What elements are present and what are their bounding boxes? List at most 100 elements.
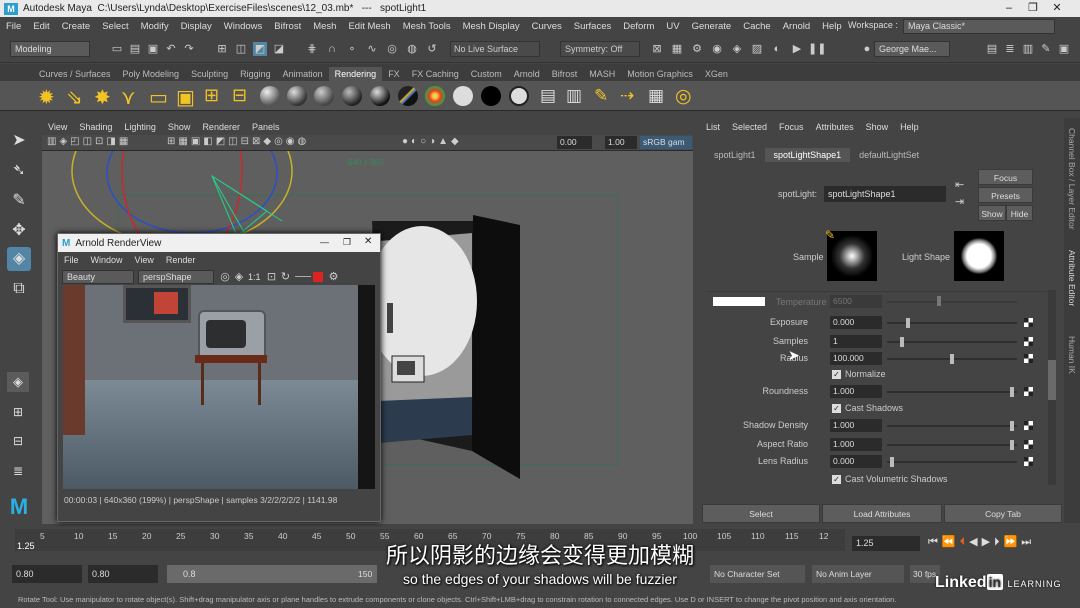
roundness-map-button[interactable]: [1024, 387, 1033, 396]
shelf-tab-animation[interactable]: Animation: [277, 67, 329, 81]
shelf-tab-sculpting[interactable]: Sculpting: [185, 67, 234, 81]
channel-box-side-tab[interactable]: Channel Box / Layer Editor: [1067, 128, 1077, 230]
ae-menu-help[interactable]: Help: [894, 122, 925, 132]
ae-menu-show[interactable]: Show: [860, 122, 895, 132]
batch-render-icon[interactable]: ⇢: [620, 86, 634, 106]
renderview-close-button[interactable]: ✕: [364, 236, 372, 247]
live-surface-field[interactable]: No Live Surface: [450, 41, 540, 57]
load-node-icon[interactable]: ⇥: [955, 195, 964, 208]
ipr-render-icon[interactable]: ▥: [566, 86, 582, 106]
break-link-icon[interactable]: ⊟: [232, 85, 247, 106]
rotate-tool-icon[interactable]: ◈: [7, 247, 31, 271]
layered-shader-icon[interactable]: [398, 86, 418, 106]
shadow-density-slider-knob[interactable]: [1010, 421, 1015, 431]
ipr-icon[interactable]: ◐: [770, 42, 784, 56]
new-scene-icon[interactable]: ▭: [110, 42, 124, 56]
ae-menu-attributes[interactable]: Attributes: [810, 122, 860, 132]
stop-render-icon[interactable]: [312, 271, 323, 282]
menu-curves[interactable]: Curves: [526, 21, 568, 32]
shelf-tab-poly-modeling[interactable]: Poly Modeling: [117, 67, 186, 81]
minimize-button[interactable]: –: [998, 0, 1020, 17]
area-light-icon[interactable]: ▭: [149, 85, 168, 110]
redo-icon[interactable]: ↷: [182, 42, 196, 56]
workspace-dropdown[interactable]: Maya Classic*: [903, 19, 1055, 34]
aspect-ratio-map-button[interactable]: [1024, 440, 1033, 449]
pause-icon[interactable]: ❚❚: [808, 42, 826, 56]
ambient-light-icon[interactable]: ✹: [38, 85, 55, 110]
menu-cache[interactable]: Cache: [737, 21, 776, 32]
menu-surfaces[interactable]: Surfaces: [568, 21, 618, 32]
snap-view-plane-icon[interactable]: ◎: [385, 42, 399, 56]
blinn-material-icon[interactable]: [287, 86, 307, 106]
menu-mesh[interactable]: Mesh: [307, 21, 342, 32]
roundness-slider[interactable]: [887, 391, 1017, 393]
focus-button[interactable]: Focus: [978, 169, 1033, 185]
refresh-render-icon[interactable]: ↻: [279, 270, 293, 284]
lens-radius-map-button[interactable]: [1024, 457, 1033, 466]
open-scene-icon[interactable]: ▤: [128, 42, 142, 56]
shelf-tab-curves-surfaces[interactable]: Curves / Surfaces: [33, 67, 117, 81]
history-icon[interactable]: ↺: [425, 42, 439, 56]
shelf-tab-fx[interactable]: FX: [382, 67, 406, 81]
hide-button[interactable]: Hide: [1006, 205, 1033, 221]
use-background-icon[interactable]: [481, 86, 501, 106]
menu-select[interactable]: Select: [96, 21, 134, 32]
vp-menu-shading[interactable]: Shading: [73, 122, 118, 132]
volume-light-icon[interactable]: ▣: [176, 85, 195, 110]
rv-menu-window[interactable]: Window: [85, 255, 129, 265]
scale-tool-icon[interactable]: ⧉: [7, 277, 31, 301]
vp-menu-renderer[interactable]: Renderer: [196, 122, 246, 132]
roundness-field[interactable]: 1.000: [830, 385, 882, 398]
render-view-icon[interactable]: ▨: [750, 42, 764, 56]
shelf-tab-rendering[interactable]: Rendering: [328, 67, 383, 81]
snap-projected-icon[interactable]: ∿: [365, 42, 379, 56]
modeling-toolkit-icon[interactable]: ▤: [985, 42, 999, 56]
menu-display[interactable]: Display: [175, 21, 218, 32]
aspect-ratio-slider-knob[interactable]: [1010, 440, 1015, 450]
ramp-shader-icon[interactable]: [425, 86, 445, 106]
samples-slider-knob[interactable]: [899, 337, 904, 347]
hypershade-icon[interactable]: ◉: [710, 42, 724, 56]
make-live-icon[interactable]: ◍: [405, 42, 419, 56]
vp-menu-lighting[interactable]: Lighting: [118, 122, 162, 132]
radius-map-button[interactable]: [1024, 354, 1033, 363]
shadow-density-slider[interactable]: [887, 425, 1017, 427]
menu-arnold[interactable]: Arnold: [777, 21, 816, 32]
render-sequence-shelf-icon[interactable]: ▦: [648, 86, 664, 106]
render-image[interactable]: [63, 285, 375, 489]
tab-defaultlightset[interactable]: defaultLightSet: [850, 148, 928, 162]
node-name-field[interactable]: spotLightShape1: [824, 186, 946, 202]
play-icon[interactable]: ▶: [790, 42, 804, 56]
radius-slider-knob[interactable]: [950, 354, 954, 364]
renderview-minimize-button[interactable]: —: [320, 237, 329, 247]
select-component-icon[interactable]: ◩: [253, 42, 267, 56]
normalize-checkbox[interactable]: ✓: [832, 370, 841, 379]
mode-dropdown[interactable]: Modeling: [10, 41, 90, 57]
four-view-layout-icon[interactable]: ⊞: [7, 400, 29, 422]
render-current-frame-icon[interactable]: ▤: [540, 86, 556, 106]
ae-menu-selected[interactable]: Selected: [726, 122, 773, 132]
vp-menu-view[interactable]: View: [42, 122, 73, 132]
menu-bifrost[interactable]: Bifrost: [268, 21, 307, 32]
lasso-tool-icon[interactable]: ➴: [7, 159, 31, 183]
rv-menu-file[interactable]: File: [58, 255, 85, 265]
renderview-settings-icon[interactable]: ⚙: [327, 270, 341, 284]
human-ik-side-tab[interactable]: Human IK: [1067, 336, 1077, 374]
select-hierarchy-icon[interactable]: ⊞: [215, 42, 229, 56]
shelf-tab-bifrost[interactable]: Bifrost: [546, 67, 584, 81]
samples-map-button[interactable]: [1024, 337, 1033, 346]
attribute-editor-side-tab[interactable]: Attribute Editor: [1067, 250, 1077, 306]
shading-map-icon[interactable]: [509, 86, 529, 106]
surface-shader-icon[interactable]: [453, 86, 473, 106]
shelf-tab-fx-caching[interactable]: FX Caching: [406, 67, 465, 81]
render-sequence-icon[interactable]: ◈: [730, 42, 744, 56]
camera-tools-icon[interactable]: ▥◈◰◫⊡◨▦: [47, 136, 131, 147]
camera-dropdown[interactable]: perspShape: [138, 269, 214, 284]
menu-help[interactable]: Help: [816, 21, 848, 32]
lens-radius-field[interactable]: 0.000: [830, 455, 882, 468]
display-toggles-icon[interactable]: ⊞▦▣◧◩◫⊟⊠◆◎◉◍: [167, 136, 309, 147]
aspect-ratio-field[interactable]: 1.000: [830, 438, 882, 451]
attribute-editor-toggle-icon[interactable]: ▣: [1057, 42, 1071, 56]
exposure-field[interactable]: 0.000: [830, 316, 882, 329]
menu-file[interactable]: File: [0, 21, 27, 32]
